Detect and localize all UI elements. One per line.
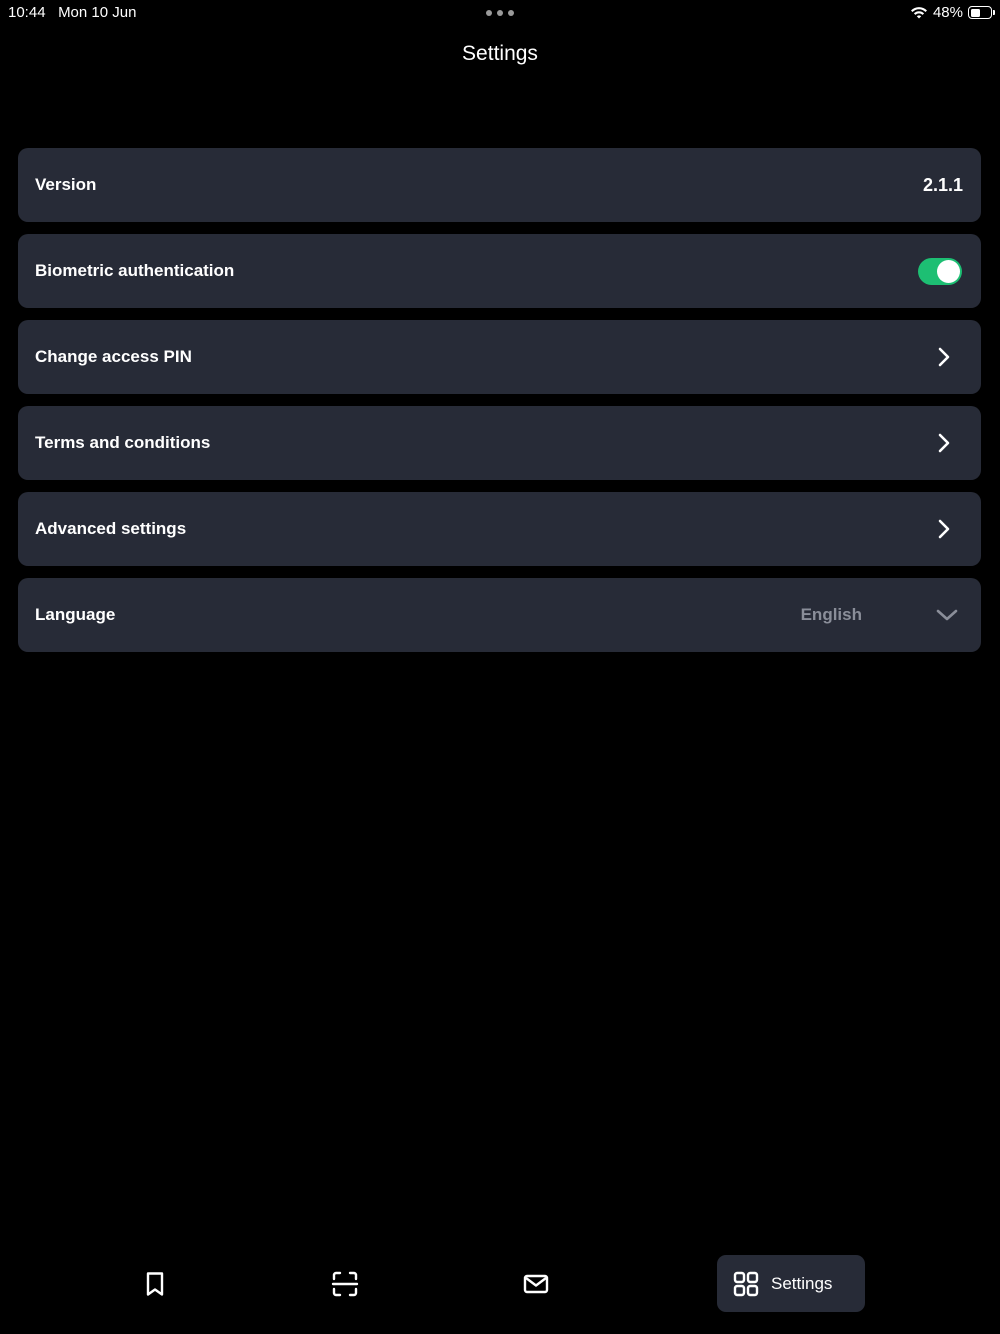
multitasking-dots-icon[interactable] — [486, 9, 514, 17]
status-clock: 10:44 — [8, 4, 46, 21]
version-value: 2.1.1 — [922, 174, 963, 195]
version-label: Version — [35, 175, 97, 194]
status-date: Mon 10 Jun — [58, 4, 137, 21]
tab-mail[interactable] — [511, 1255, 561, 1312]
battery-icon — [968, 6, 995, 19]
tab-settings-label: Settings — [771, 1273, 833, 1293]
chevron-down-icon[interactable] — [936, 604, 958, 626]
status-time: 10:44 Mon 10 Jun — [8, 4, 136, 21]
settings-list: Version 2.1.1 Biometric authentication C… — [18, 148, 981, 652]
battery-percent: 48% — [932, 4, 963, 21]
version-row: Version 2.1.1 — [18, 148, 981, 222]
status-bar: 10:44 Mon 10 Jun 48% — [0, 0, 1000, 26]
tab-scan[interactable] — [320, 1255, 370, 1312]
page-title: Settings — [462, 42, 538, 65]
language-value: English — [800, 605, 862, 624]
advanced-settings-label: Advanced settings — [35, 519, 187, 538]
bookmark-icon — [146, 1271, 164, 1296]
advanced-settings-row[interactable]: Advanced settings — [18, 492, 981, 566]
status-indicators: 48% — [910, 4, 995, 21]
change-pin-row[interactable]: Change access PIN — [18, 320, 981, 394]
wifi-icon — [910, 6, 927, 18]
scan-icon — [331, 1271, 359, 1296]
grid-icon — [733, 1271, 759, 1296]
toggle-knob — [937, 259, 960, 283]
tab-bar: Settings — [0, 1255, 1000, 1313]
language-row[interactable]: Language English — [18, 578, 981, 652]
language-label: Language — [35, 605, 116, 624]
biometric-row: Biometric authentication — [18, 234, 981, 308]
tab-saved[interactable] — [130, 1255, 180, 1312]
chevron-right-icon — [933, 346, 955, 368]
change-pin-label: Change access PIN — [35, 347, 192, 366]
biometric-toggle[interactable] — [918, 257, 962, 285]
mail-icon — [523, 1274, 549, 1293]
tab-settings[interactable]: Settings — [717, 1255, 865, 1312]
chevron-right-icon — [933, 432, 955, 454]
terms-row[interactable]: Terms and conditions — [18, 406, 981, 480]
battery-fill — [970, 8, 980, 17]
chevron-right-icon — [933, 518, 955, 540]
terms-label: Terms and conditions — [35, 433, 211, 452]
biometric-label: Biometric authentication — [35, 261, 235, 280]
